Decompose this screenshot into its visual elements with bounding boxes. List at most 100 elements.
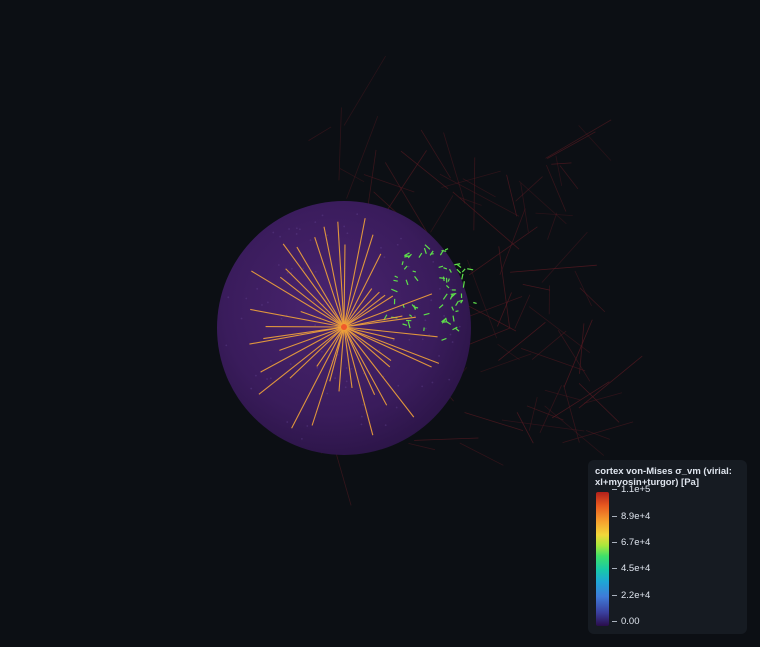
actin-filament [555, 155, 563, 186]
cortex-speck [326, 234, 329, 237]
colorbar-tick: 6.7e+4 [612, 536, 650, 548]
cortex-speck [314, 221, 317, 224]
cortex-speck [240, 317, 243, 320]
cortex-speck [266, 378, 268, 380]
colorbar-tick: 1.1e+5 [612, 483, 650, 495]
colorbar-tick: 0.00 [612, 615, 640, 627]
cortex-speck [345, 367, 348, 369]
actin-filament [467, 259, 498, 339]
crosslinker [457, 264, 462, 268]
centrosome [341, 324, 347, 330]
actin-filament [541, 231, 588, 283]
cortex-speck [289, 363, 292, 365]
cortex-speck [272, 231, 275, 234]
cortex-speck [360, 423, 363, 426]
colorbar-gradient [596, 492, 609, 626]
actin-filament [545, 119, 612, 159]
cortex-speck [286, 421, 289, 423]
cortex-speck [343, 225, 346, 228]
actin-filament [579, 287, 606, 313]
cortex-speck [245, 297, 248, 300]
cortex-speck [345, 380, 348, 383]
actin-filament [466, 327, 511, 346]
colorbar-tick: 8.9e+4 [612, 510, 650, 522]
cortex-speck [451, 341, 454, 343]
actin-filament [339, 168, 365, 183]
actin-filament [452, 191, 520, 250]
colorbar-tick: 4.5e+4 [612, 562, 650, 574]
actin-filament [510, 264, 597, 273]
cortex-speck [314, 270, 317, 273]
actin-filament [562, 421, 634, 444]
actin-filament [563, 319, 593, 388]
cortex-speck [396, 243, 399, 246]
cortex-speck [360, 415, 363, 418]
cortex-speck [392, 339, 395, 342]
cortex-speck [432, 261, 435, 263]
cortex-speck [309, 239, 312, 242]
actin-filament [497, 292, 512, 327]
actin-filament [574, 270, 592, 307]
actin-filament [578, 125, 612, 161]
crosslinker [455, 310, 459, 313]
cortex-speck [380, 246, 382, 249]
colorbar-tick: 2.2e+4 [612, 589, 650, 601]
actin-filament [544, 405, 605, 456]
cortex-speck [266, 301, 269, 304]
cortex-speck [286, 272, 289, 274]
3d-viewport[interactable]: cortex von-Mises σ_vm (virial: xl+myosin… [0, 0, 760, 647]
cortex-speck [397, 384, 400, 387]
colorbar-legend: cortex von-Mises σ_vm (virial: xl+myosin… [588, 460, 747, 634]
cortex-speck [326, 392, 329, 395]
cortex-speck [277, 264, 280, 266]
crosslinker [442, 276, 445, 282]
cortex-speck [269, 377, 272, 380]
actin-filament [346, 116, 379, 199]
cortex-speck [314, 324, 317, 327]
cortex-speck [256, 287, 259, 290]
actin-filament [498, 246, 510, 328]
actin-filament [462, 178, 496, 198]
cortex-speck [384, 424, 387, 427]
cortex-speck [395, 406, 398, 409]
actin-filament [531, 330, 567, 360]
actin-filament [459, 442, 504, 466]
cortex-speck [413, 315, 416, 317]
cortex-speck [261, 304, 263, 306]
actin-filament [544, 389, 580, 401]
cortex-speck [407, 265, 410, 268]
actin-filament [578, 355, 643, 409]
cortex-speck [270, 360, 272, 362]
cortex-speck [378, 349, 381, 352]
cortex-speck [443, 315, 446, 317]
actin-filament [414, 437, 479, 441]
cortex-speck [227, 296, 230, 299]
cortex-speck [421, 338, 424, 341]
crosslinker [461, 273, 464, 280]
actin-filament [515, 176, 543, 202]
cortex-speck [344, 386, 347, 389]
cortex-speck [321, 214, 324, 217]
actin-filament [408, 442, 436, 451]
crosslinker [450, 292, 457, 295]
cortex-speck [312, 299, 315, 302]
actin-filament [343, 55, 386, 126]
actin-filament [551, 162, 572, 165]
cortex-speck [450, 288, 452, 291]
cortex-speck [346, 232, 349, 235]
cortex-speck [448, 378, 451, 381]
cortex-speck [362, 403, 364, 406]
actin-filament [547, 131, 596, 159]
actin-filament [522, 284, 551, 291]
actin-filament [547, 212, 558, 240]
cortex-speck [302, 267, 305, 270]
cortex-speck [300, 437, 303, 440]
actin-filament [535, 212, 573, 216]
actin-filament [480, 353, 532, 373]
actin-filament [430, 195, 454, 233]
crosslinker [414, 306, 419, 309]
cortex-speck [316, 366, 319, 369]
cortex-speck [306, 425, 309, 427]
crosslinker [467, 268, 474, 271]
cortex-speck [254, 374, 257, 377]
